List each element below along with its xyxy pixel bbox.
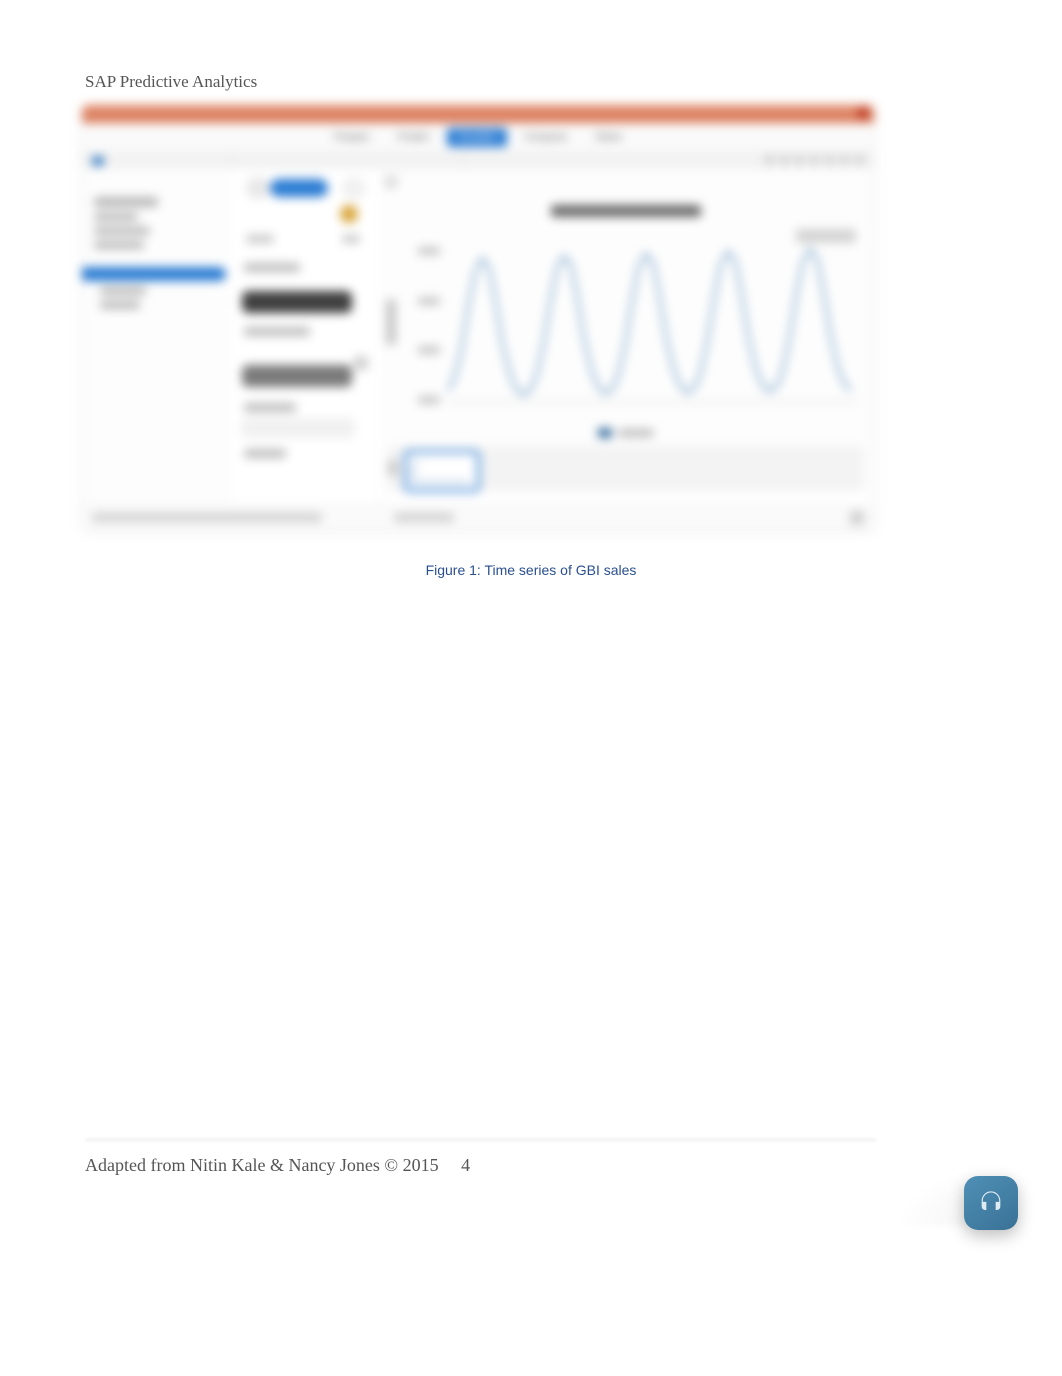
toolbar-icon[interactable]	[92, 156, 104, 166]
filmstrip-handle[interactable]	[388, 460, 398, 476]
chart-toolbar	[82, 151, 874, 170]
toolbar-actions[interactable]	[765, 155, 864, 164]
y-axis-ticks	[418, 247, 440, 404]
sidebar-item[interactable]	[94, 227, 150, 235]
chart-type-toggle-left[interactable]	[246, 177, 270, 199]
window-titlebar	[82, 105, 874, 123]
sidebar-item[interactable]	[94, 241, 144, 249]
status-settings-icon[interactable]	[850, 511, 864, 525]
page-footer: Adapted from Nitin Kale & Nancy Jones © …	[85, 1155, 470, 1176]
footer-rule	[85, 1138, 877, 1144]
chart-menu-icon[interactable]	[384, 175, 398, 189]
dimension-pill[interactable]	[242, 365, 352, 387]
footer-text: Adapted from Nitin Kale & Nancy Jones © …	[85, 1155, 439, 1175]
chart-thumbnail-strip	[388, 446, 864, 490]
sidebar-item[interactable]	[94, 213, 138, 221]
chart-type-toggle-right[interactable]	[342, 177, 366, 199]
line-chart[interactable]	[448, 247, 858, 404]
chart-canvas-area	[378, 169, 874, 496]
status-left-text	[92, 513, 322, 522]
sidebar-subitem[interactable]	[100, 287, 146, 295]
trellis-label	[244, 403, 296, 412]
chart-type-toggle-active[interactable]	[270, 179, 328, 197]
app-mode-tabs: Prepare Predict Visualize Compose Share	[82, 123, 874, 151]
tab-prepare[interactable]: Prepare	[324, 128, 380, 147]
chart-title	[551, 205, 701, 217]
chart-legend-bottom	[598, 428, 654, 438]
status-bar	[82, 505, 874, 530]
sidebar-section-label	[94, 197, 158, 207]
chart-config-panel	[232, 169, 379, 530]
toggle-label	[342, 235, 360, 243]
status-center-text	[394, 513, 454, 522]
sidebar-item-active[interactable]	[82, 267, 226, 281]
y-axis-label	[386, 299, 396, 345]
expand-icon[interactable]	[354, 356, 368, 370]
trellis-dropzone[interactable]	[242, 419, 354, 437]
help-floating-button[interactable]	[964, 1176, 1018, 1230]
document-header: SAP Predictive Analytics	[85, 72, 257, 92]
measures-label	[244, 263, 300, 272]
tab-predict[interactable]: Predict	[388, 128, 439, 147]
measure-pill[interactable]	[242, 291, 352, 313]
tab-share[interactable]: Share	[585, 128, 632, 147]
page-number: 4	[461, 1155, 470, 1175]
chart-options-icon[interactable]	[340, 205, 358, 223]
figure-caption: Figure 1: Time series of GBI sales	[0, 562, 1062, 578]
window-close-button[interactable]	[858, 108, 868, 118]
dimensions-label	[244, 327, 310, 336]
tab-visualize[interactable]: Visualize	[447, 128, 507, 147]
tab-compose[interactable]: Compose	[515, 128, 578, 147]
left-sidebar	[82, 169, 233, 530]
toggle-label	[246, 235, 274, 243]
chart-thumbnail-selected[interactable]	[404, 450, 480, 492]
chart-legend	[796, 229, 856, 243]
legend-swatch	[598, 428, 612, 438]
sap-lumira-screenshot: Prepare Predict Visualize Compose Share	[82, 105, 874, 530]
legend-label	[618, 429, 654, 437]
extra-label	[244, 449, 286, 458]
headset-icon	[977, 1189, 1005, 1217]
sidebar-subitem[interactable]	[100, 301, 140, 309]
